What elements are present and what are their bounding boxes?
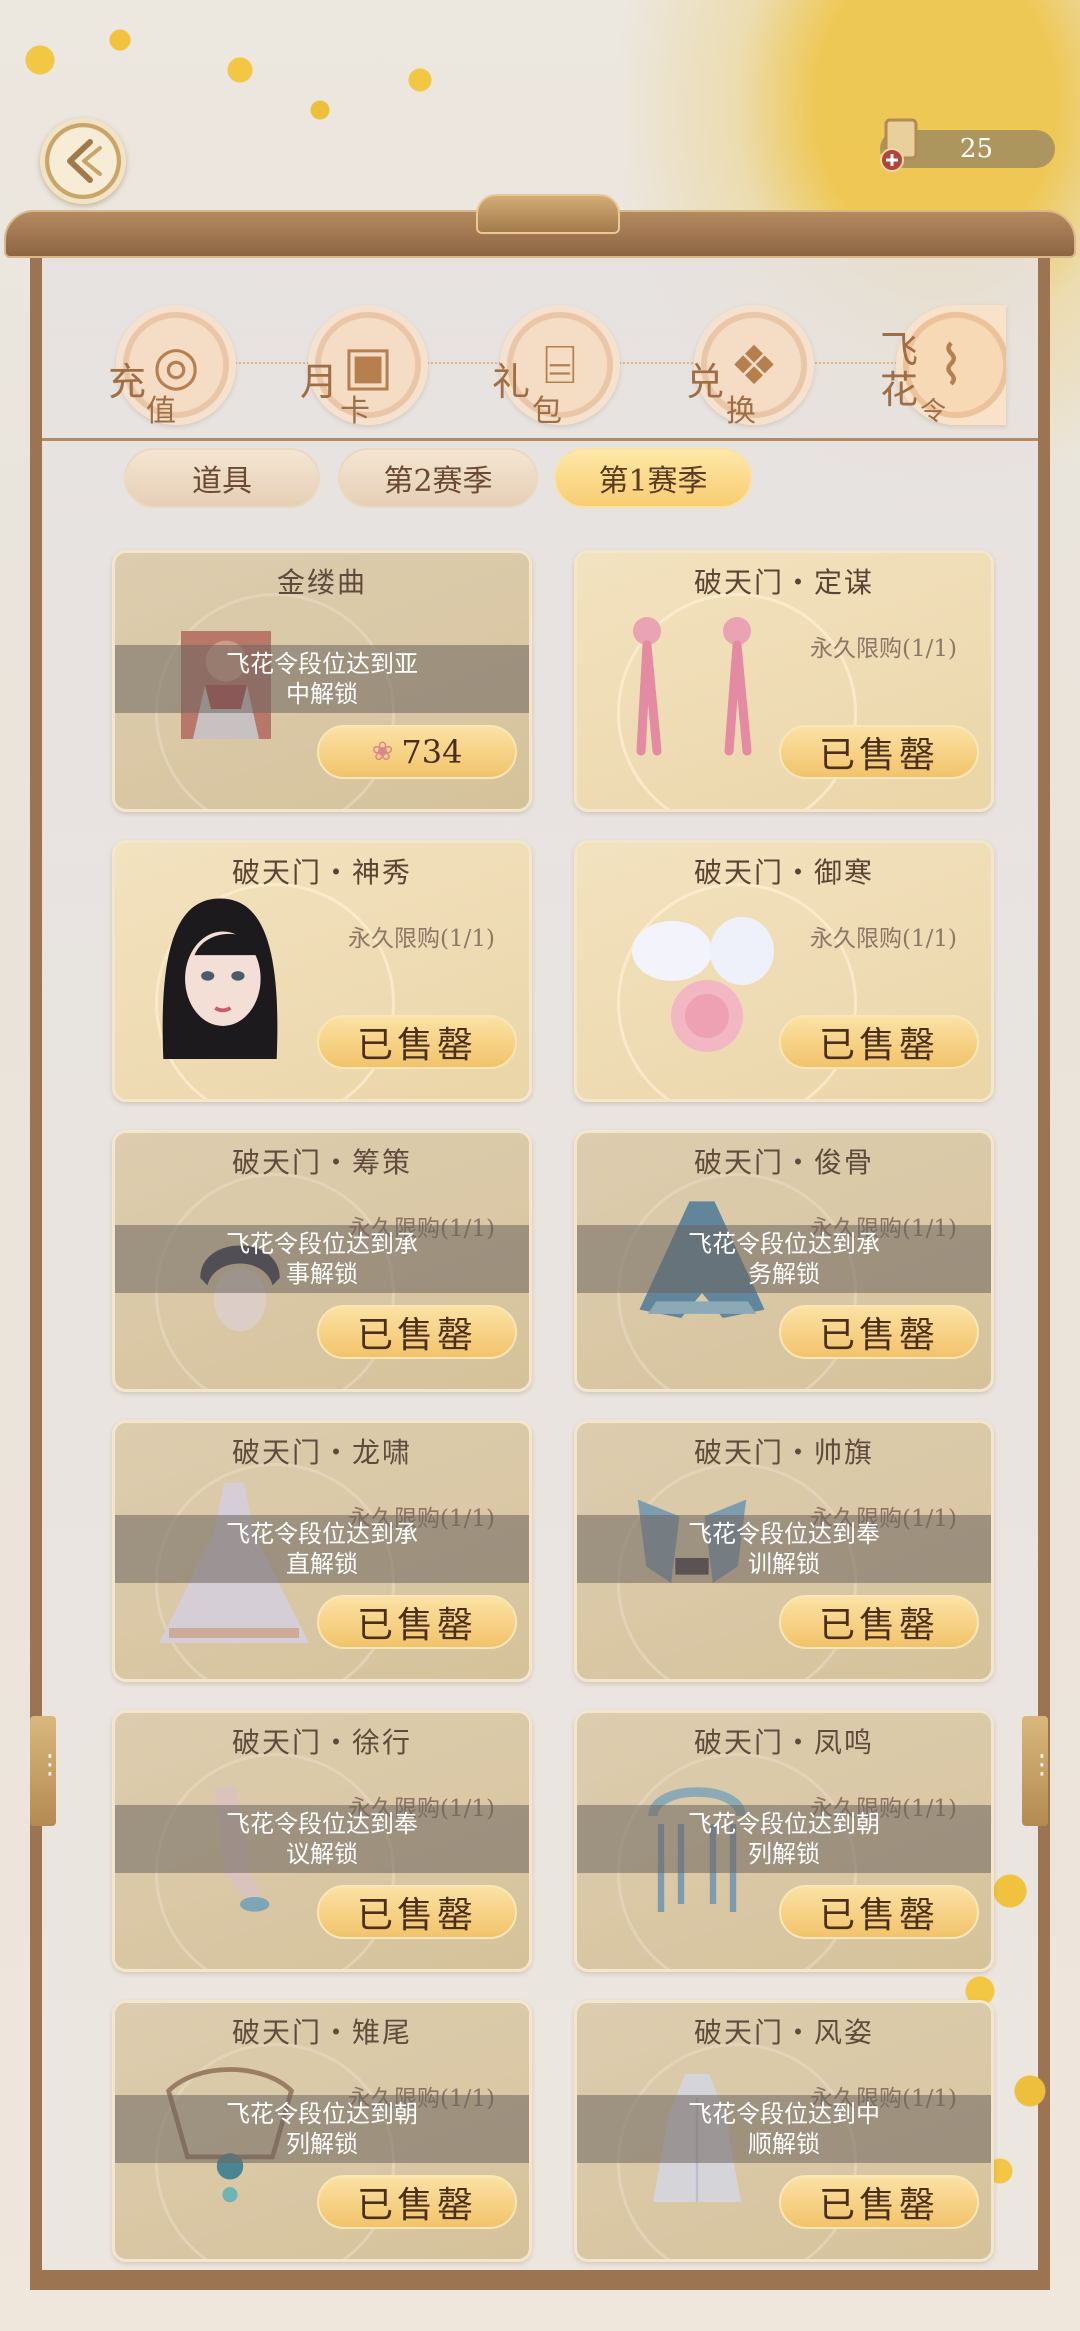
sold-out-button[interactable]: 已售罄 (779, 1015, 979, 1069)
sold-out-button[interactable]: 已售罄 (779, 725, 979, 779)
price-value: 734 (401, 733, 463, 771)
back-arrow-icon (67, 139, 102, 183)
shop-item-card[interactable]: 金缕曲 飞花令段位达到亚 中解锁 ❀ 734 (112, 550, 532, 812)
shop-item-card[interactable]: 破天门・俊骨 永久限购(1/1) 飞花令段位达到承 务解锁 已售罄 (574, 1130, 994, 1392)
category-gift-pack-label: 礼 (492, 360, 531, 404)
sold-out-button[interactable]: 已售罄 (779, 1595, 979, 1649)
sold-out-button[interactable]: 已售罄 (779, 2175, 979, 2229)
item-title: 破天门・御寒 (693, 856, 874, 889)
panel-frame-bottom (42, 2270, 1038, 2290)
pink-earrings-icon (633, 617, 752, 756)
tab-season-1[interactable]: 第1赛季 (554, 448, 752, 508)
shop-item-card[interactable]: 破天门・徐行 永久限购(1/1) 飞花令段位达到奉 议解锁 已售罄 (112, 1710, 532, 1972)
category-exchange-label2: 换 (726, 394, 756, 429)
currency-value: 25 (959, 134, 993, 164)
scroll-icon: ⌇ (937, 333, 965, 397)
category-monthly-card-label: 月 (300, 360, 339, 404)
card-icon: ▣ (342, 333, 394, 397)
sold-out-button[interactable]: 已售罄 (317, 1885, 517, 1939)
scroll-handle-right (1022, 1716, 1055, 1826)
scroll-ticket-icon[interactable] (876, 114, 932, 174)
unlock-requirement: 飞花令段位达到承 直解锁 (115, 1515, 529, 1583)
sold-out-button[interactable]: 已售罄 (317, 1595, 517, 1649)
tab-season-2[interactable]: 第2赛季 (338, 448, 538, 508)
shop-item-card[interactable]: 破天门・神秀 永久限购(1/1) 已售罄 (112, 840, 532, 1102)
unlock-requirement: 飞花令段位达到亚 中解锁 (115, 645, 529, 713)
petal-currency-icon: ❀ (371, 737, 394, 767)
gift-box-icon: ⌸ (543, 333, 577, 396)
fur-earmuffs-icon (632, 917, 774, 1052)
unlock-requirement: 飞花令段位达到承 务解锁 (577, 1225, 991, 1293)
unlock-requirement: 飞花令段位达到中 顺解锁 (577, 2095, 991, 2163)
item-title: 破天门・神秀 (231, 856, 412, 889)
category-feihualing-label: 飞 花 (880, 328, 919, 412)
unlock-requirement: 飞花令段位达到朝 列解锁 (115, 2095, 529, 2163)
unlock-requirement: 飞花令段位达到朝 列解锁 (577, 1805, 991, 1873)
price-button[interactable]: ❀ 734 (317, 725, 517, 779)
shop-item-card[interactable]: 破天门・龙啸 永久限购(1/1) 飞花令段位达到承 直解锁 已售罄 (112, 1420, 532, 1682)
purchase-limit: 永久限购(1/1) (810, 926, 957, 952)
sold-out-button[interactable]: 已售罄 (317, 1015, 517, 1069)
character-face-icon (162, 898, 278, 1059)
shop-item-card[interactable]: 破天门・御寒 永久限购(1/1) 已售罄 (574, 840, 994, 1102)
unlock-requirement: 飞花令段位达到奉 训解锁 (577, 1515, 991, 1583)
divider (42, 438, 1038, 441)
shop-item-card[interactable]: 破天门・凤鸣 永久限购(1/1) 飞花令段位达到朝 列解锁 已售罄 (574, 1710, 994, 1972)
category-exchange-label: 兑 (686, 360, 725, 404)
category-recharge-label: 充 (108, 360, 147, 404)
category-gift-pack-label2: 包 (532, 394, 562, 429)
panel-frame-top (4, 194, 1076, 258)
sold-out-button[interactable]: 已售罄 (317, 1305, 517, 1359)
sold-out-button[interactable]: 已售罄 (779, 1305, 979, 1359)
purchase-limit: 永久限购(1/1) (348, 926, 495, 952)
tab-items[interactable]: 道具 (124, 448, 320, 508)
category-recharge-label2: 值 (146, 394, 176, 429)
shop-item-card[interactable]: 破天门・风姿 永久限购(1/1) 飞花令段位达到中 顺解锁 已售罄 (574, 2000, 994, 2262)
category-monthly-card-label2: 卡 (340, 394, 370, 429)
scroll-handle-left (30, 1716, 63, 1826)
purchase-limit: 永久限购(1/1) (810, 636, 957, 662)
unlock-requirement: 飞花令段位达到奉 议解锁 (115, 1805, 529, 1873)
sold-out-button[interactable]: 已售罄 (779, 1885, 979, 1939)
back-button[interactable] (40, 118, 126, 204)
coin-icon: ◎ (152, 333, 200, 397)
category-feihualing-label3: 令 (920, 397, 947, 427)
shop-item-card[interactable]: 破天门・帅旗 永久限购(1/1) 飞花令段位达到奉 训解锁 已售罄 (574, 1420, 994, 1682)
shop-item-card[interactable]: 破天门・筹策 永久限购(1/1) 飞花令段位达到承 事解锁 已售罄 (112, 1130, 532, 1392)
present-icon: ❖ (729, 333, 779, 397)
unlock-requirement: 飞花令段位达到承 事解锁 (115, 1225, 529, 1293)
shop-item-card[interactable]: 破天门・定谋 永久限购(1/1) 已售罄 (574, 550, 994, 812)
shop-item-card[interactable]: 破天门・雉尾 永久限购(1/1) 飞花令段位达到朝 列解锁 已售罄 (112, 2000, 532, 2262)
item-title: 破天门・定谋 (693, 566, 874, 599)
sold-out-button[interactable]: 已售罄 (317, 2175, 517, 2229)
